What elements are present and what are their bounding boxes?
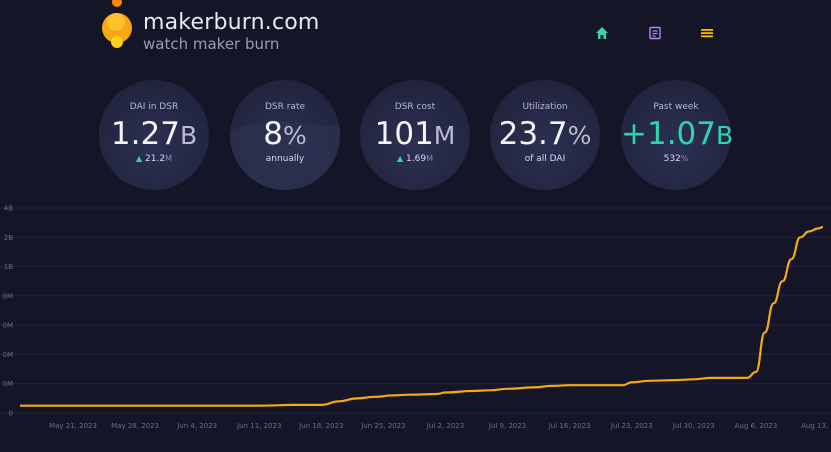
dsr-balance-chart: 0 0M 0M 0M 0M 1B 2B 4B May 21, 2023 May 28, 2023 J… xyxy=(0,205,831,430)
stat-sub: annually xyxy=(265,154,305,164)
x-tick-label: Jun 4, 2023 xyxy=(176,422,217,430)
stat-past-week: Past week +1.07B 532% xyxy=(621,80,734,190)
stat-sub: 532% xyxy=(663,154,689,164)
x-tick-label: Jul 30, 2023 xyxy=(672,422,715,430)
arrow-up-icon: ▲ xyxy=(397,154,404,163)
brand-name[interactable]: makerburn.com xyxy=(143,10,320,35)
y-tick-label: 0M xyxy=(3,380,14,388)
stat-value: +1.07B xyxy=(621,116,734,152)
document-icon[interactable] xyxy=(646,24,664,42)
stat-value: 1.27B xyxy=(110,116,198,152)
stat-change: ▲ 21.2M xyxy=(136,154,172,164)
x-tick-label: Jun 18, 2023 xyxy=(298,422,343,430)
x-tick-label: Aug 6, 2023 xyxy=(735,422,778,430)
flame-logo-icon xyxy=(102,0,132,48)
series-line[interactable] xyxy=(19,225,824,407)
x-tick-label: Jun 25, 2023 xyxy=(360,422,405,430)
y-tick-label: 0M xyxy=(3,322,14,330)
stat-value: 23.7% xyxy=(498,116,592,152)
x-tick-label: Jul 23, 2023 xyxy=(610,422,653,430)
stat-dai-in-dsr: DAI in DSR 1.27B ▲ 21.2M xyxy=(99,80,209,190)
y-tick-label: 0M xyxy=(3,292,14,300)
stat-value: 8% xyxy=(263,116,307,152)
x-tick-label: Jul 2, 2023 xyxy=(426,422,464,430)
brand-tagline: watch maker burn xyxy=(143,35,280,53)
stat-change: ▲ 1.69M xyxy=(397,154,433,164)
stat-label: DAI in DSR xyxy=(129,102,179,112)
stat-utilization: Utilization 23.7% of all DAI xyxy=(490,80,600,190)
x-tick-label: May 21, 2023 xyxy=(49,422,97,430)
y-tick-label: 0M xyxy=(3,351,14,359)
x-tick-label: Jul 16, 2023 xyxy=(548,422,591,430)
stat-label: DSR cost xyxy=(394,102,436,112)
arrow-up-icon: ▲ xyxy=(136,154,143,163)
x-tick-label: Jun 11, 2023 xyxy=(236,422,281,430)
header: makerburn.com watch maker burn xyxy=(0,0,831,70)
stat-label: DSR rate xyxy=(264,102,306,112)
menu-icon[interactable] xyxy=(698,24,716,42)
x-tick-label: Jul 9, 2023 xyxy=(488,422,526,430)
x-tick-label: May 28, 2023 xyxy=(111,422,159,430)
y-tick-label: 4B xyxy=(4,205,13,213)
stat-label: Past week xyxy=(653,102,699,112)
stat-dsr-rate: DSR rate 8% annually xyxy=(230,80,340,190)
y-tick-label: 0 xyxy=(9,410,13,418)
stat-sub: of all DAI xyxy=(524,154,566,164)
stat-label: Utilization xyxy=(522,102,568,112)
stat-dsr-cost: DSR cost 101M ▲ 1.69M xyxy=(360,80,470,190)
x-tick-label: Aug 13, 2 xyxy=(801,422,831,430)
stat-value: 101M xyxy=(374,116,456,152)
y-tick-label: 1B xyxy=(4,263,13,271)
y-tick-label: 2B xyxy=(4,234,13,242)
home-icon[interactable] xyxy=(593,24,611,42)
